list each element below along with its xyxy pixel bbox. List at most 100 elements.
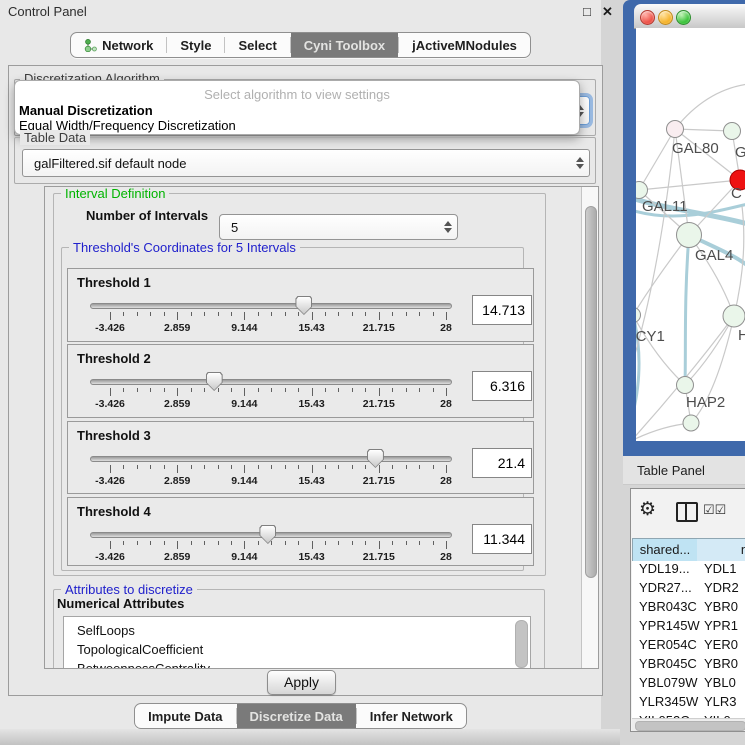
tab-infer-network[interactable]: Infer Network — [357, 704, 466, 728]
network-node[interactable] — [723, 305, 745, 327]
apply-button[interactable]: Apply — [267, 670, 336, 695]
panel-scrollbar-thumb[interactable] — [585, 206, 597, 578]
threshold-value-field[interactable]: 14.713 — [472, 295, 532, 325]
threshold-value-field[interactable]: 6.316 — [472, 371, 532, 401]
network-view-window: GAL80GACGAL11GAL4GCY1HHAP2 — [623, 0, 745, 456]
dropdown-option[interactable]: Manual Discretization — [18, 103, 153, 118]
tick — [164, 541, 165, 545]
column-header-name[interactable]: n — [697, 538, 745, 562]
network-node[interactable] — [677, 223, 702, 248]
table-data-combobox[interactable]: galFiltered.sif default node — [22, 149, 590, 177]
tab-jactivemnodules[interactable]: jActiveMNodules — [399, 33, 530, 57]
table-row[interactable]: YBL079WYBL0 — [632, 675, 745, 694]
cell-shared-name: YDR27... — [639, 580, 692, 595]
tick-label: 21.715 — [363, 322, 395, 334]
table-row[interactable]: YBR045CYBR0 — [632, 656, 745, 675]
minimize-traffic-light[interactable] — [658, 10, 673, 25]
tick — [285, 312, 286, 316]
slider-track[interactable] — [90, 456, 452, 462]
number-of-intervals-combobox[interactable]: 5 — [219, 214, 458, 240]
network-node[interactable] — [683, 415, 699, 431]
close-traffic-light[interactable] — [640, 10, 655, 25]
slider-ticks — [110, 312, 446, 322]
slider-track[interactable] — [90, 379, 452, 385]
list-scrollbar[interactable] — [515, 620, 528, 668]
table-row[interactable]: YPR145WYPR1 — [632, 618, 745, 637]
tick-label: 21.715 — [363, 551, 395, 563]
tick — [191, 541, 192, 545]
threshold-value-field[interactable]: 11.344 — [472, 524, 532, 554]
network-node[interactable] — [636, 308, 641, 323]
table-row[interactable]: YLR345WYLR3 — [632, 694, 745, 713]
tick — [325, 312, 326, 316]
numerical-attributes-list[interactable]: SelfLoopsTopologicalCoefficientBetweenne… — [63, 616, 531, 669]
tick-label: 21.715 — [363, 475, 395, 487]
attribute-item[interactable]: BetweennessCentrality — [77, 659, 210, 669]
cell-name: YDL1 — [704, 561, 737, 576]
float-window-icon[interactable]: □ — [583, 5, 591, 18]
cell-name: YBR0 — [704, 599, 738, 614]
tab-style[interactable]: Style — [167, 33, 224, 57]
panel-scrollbar[interactable] — [581, 187, 598, 668]
network-node[interactable] — [724, 123, 741, 140]
column-header-shared[interactable]: shared... — [632, 538, 698, 562]
network-node[interactable] — [677, 377, 694, 394]
network-window-titlebar[interactable] — [634, 4, 745, 29]
table-row[interactable]: YBR043CYBR0 — [632, 599, 745, 618]
table-row[interactable]: YDL19...YDL1 — [632, 561, 745, 580]
tick — [433, 312, 434, 316]
select-columns-icon[interactable]: ☑☑ — [703, 502, 726, 518]
tick — [110, 312, 111, 320]
node-label: GAL4 — [695, 247, 733, 264]
tick-label: 2.859 — [164, 322, 190, 334]
tab-cyni-toolbox[interactable]: Cyni Toolbox — [291, 33, 398, 57]
tab-label: Style — [180, 38, 211, 53]
threshold-value-field[interactable]: 21.4 — [472, 448, 532, 478]
tick-label: 2.859 — [164, 475, 190, 487]
tab-impute-data[interactable]: Impute Data — [135, 704, 235, 728]
table-row[interactable]: YER054CYER0 — [632, 637, 745, 656]
network-edge[interactable] — [636, 235, 689, 315]
tick — [244, 465, 245, 473]
network-edge[interactable] — [685, 235, 689, 385]
tick — [110, 388, 111, 396]
tick — [352, 465, 353, 469]
tab-select[interactable]: Select — [225, 33, 289, 57]
table-row[interactable]: YDR27... YDR2 — [632, 580, 745, 599]
tick — [352, 312, 353, 316]
network-edge[interactable] — [675, 84, 745, 129]
tick — [446, 541, 447, 549]
table-hscrollbar-thumb[interactable] — [635, 721, 745, 731]
cell-name: YBL0 — [704, 675, 736, 690]
screen: Control Panel □ ✕ Network Style SelectCyni… — [0, 0, 745, 745]
tick — [150, 541, 151, 545]
tick-label: 28 — [440, 398, 452, 410]
close-icon[interactable]: ✕ — [602, 5, 613, 18]
slider-track[interactable] — [90, 303, 452, 309]
network-edge[interactable] — [639, 180, 740, 190]
attribute-item[interactable]: SelfLoops — [77, 621, 135, 640]
table-hscrollbar[interactable] — [632, 718, 745, 731]
attribute-item[interactable]: TopologicalCoefficient — [77, 640, 203, 659]
tab-network[interactable]: Network — [71, 33, 166, 57]
tab-discretize-data[interactable]: Discretize Data — [237, 704, 356, 728]
cell-shared-name: YPR145W — [639, 618, 700, 633]
zoom-traffic-light[interactable] — [676, 10, 691, 25]
tick — [338, 388, 339, 392]
network-edge[interactable] — [636, 315, 685, 385]
gear-icon[interactable]: ⚙ — [639, 498, 656, 521]
split-view-icon[interactable] — [676, 502, 698, 522]
tick — [231, 465, 232, 469]
tick — [258, 388, 259, 392]
tick — [338, 465, 339, 469]
network-node[interactable] — [667, 121, 684, 138]
cell-name: YDR2 — [704, 580, 739, 595]
tick — [392, 465, 393, 469]
cell-shared-name: YER054C — [639, 637, 697, 652]
table-panel-title: Table Panel — [637, 463, 705, 478]
window-bottom-edge — [0, 729, 620, 745]
control-panel-titlebar: Control Panel □ ✕ — [0, 0, 601, 22]
tick — [433, 465, 434, 469]
tick — [446, 465, 447, 473]
network-canvas[interactable]: GAL80GACGAL11GAL4GCY1HHAP2 — [636, 28, 745, 441]
